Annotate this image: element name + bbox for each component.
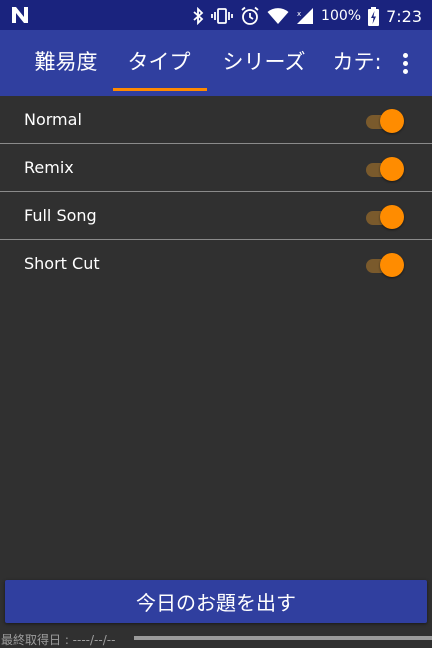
status-icons: x 100% 7:23 [192, 6, 422, 26]
wifi-icon [267, 8, 289, 24]
status-bar: x 100% 7:23 [0, 0, 432, 30]
svg-text:x: x [297, 10, 301, 18]
tab-category[interactable]: カテ: [324, 30, 390, 96]
list-item-normal[interactable]: Normal [0, 96, 432, 144]
category-tab-bar: 難易度 タイプ シリーズ カテ: [0, 30, 432, 96]
list-item-full-song[interactable]: Full Song [0, 192, 432, 240]
cell-signal-icon: x [297, 8, 314, 24]
list-item-label: Full Song [24, 206, 97, 225]
tab-type[interactable]: タイプ [113, 30, 205, 96]
todays-challenge-button[interactable]: 今日のお題を出す [5, 580, 427, 623]
normal-toggle[interactable] [364, 108, 406, 134]
list-item-short-cut[interactable]: Short Cut [0, 240, 432, 287]
remix-toggle[interactable] [364, 156, 406, 182]
selected-tab-indicator [113, 88, 207, 91]
bluetooth-icon [193, 7, 204, 25]
vibrate-icon [211, 8, 233, 24]
clock-time: 7:23 [386, 6, 422, 26]
alarm-icon [241, 6, 259, 25]
last-fetched-date: 最終取得日 : ----/--/-- [1, 633, 116, 647]
n-notification-icon [12, 7, 28, 23]
type-filter-list: Normal Remix Full Song Short Cut [0, 96, 432, 287]
list-item-label: Short Cut [24, 254, 100, 273]
battery-charging-icon [368, 6, 380, 26]
battery-percent: 100% [321, 8, 362, 24]
fetch-progress-bar [134, 636, 432, 640]
list-item-label: Normal [24, 110, 82, 129]
list-item-remix[interactable]: Remix [0, 144, 432, 192]
full-song-toggle[interactable] [364, 204, 406, 230]
more-vert-icon[interactable] [388, 40, 422, 86]
short-cut-toggle[interactable] [364, 252, 406, 278]
tab-series[interactable]: シリーズ [212, 30, 316, 96]
tab-difficulty[interactable]: 難易度 [28, 30, 104, 96]
list-item-label: Remix [24, 158, 74, 177]
